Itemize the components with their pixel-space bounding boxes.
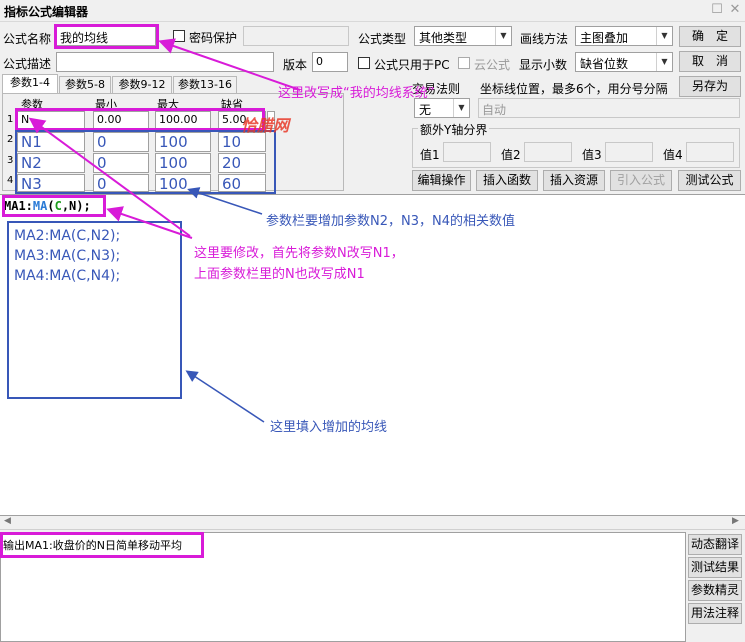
arrow-param-rows	[187, 187, 263, 215]
arrow-ma1	[106, 206, 193, 239]
annotation-arrows	[28, 38, 301, 423]
arrow-param-row	[28, 117, 191, 237]
arrow-added-lines	[185, 370, 265, 423]
arrow-name	[158, 38, 301, 91]
